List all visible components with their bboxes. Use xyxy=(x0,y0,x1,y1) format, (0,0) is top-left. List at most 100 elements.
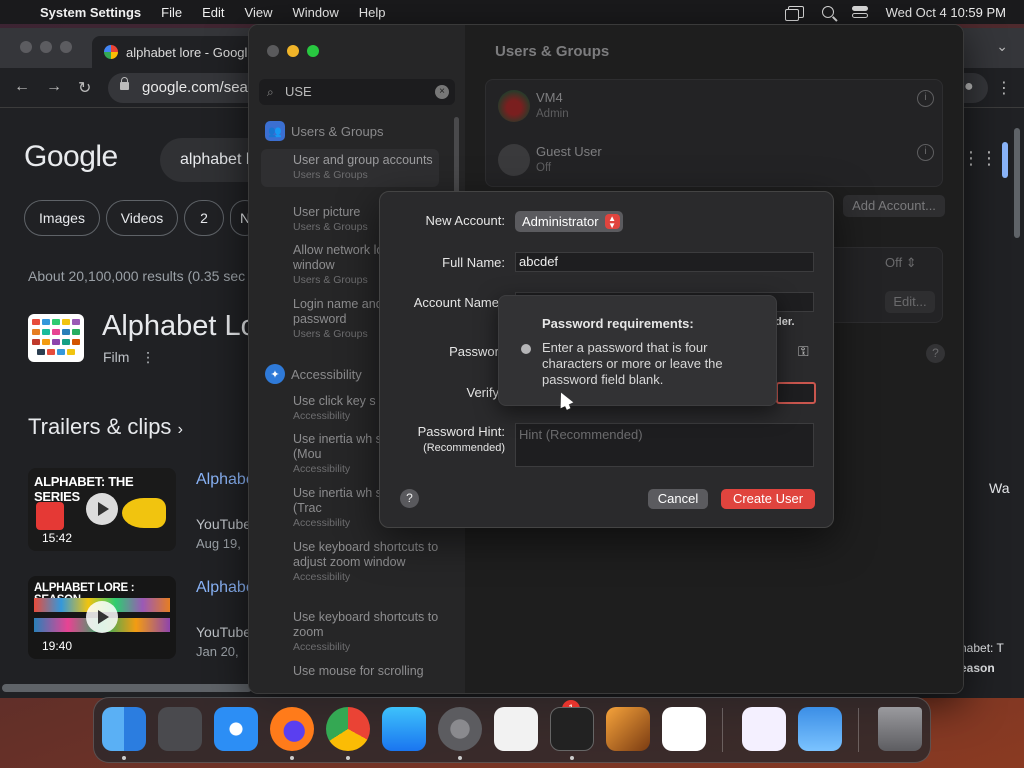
popover-text: Enter a password that is four characters… xyxy=(542,340,723,387)
play-icon xyxy=(86,601,118,633)
running-indicator xyxy=(346,756,350,760)
video-title[interactable]: Alphabe xyxy=(196,579,255,597)
blue-indicator xyxy=(1002,142,1008,178)
weather-icon[interactable] xyxy=(798,707,842,751)
textedit-icon[interactable] xyxy=(494,707,538,751)
section-users-groups[interactable]: 👥 Users & Groups xyxy=(265,121,383,141)
chrome-menu-icon[interactable]: ⋮ xyxy=(996,78,1012,98)
lock-icon xyxy=(120,77,129,90)
google-favicon-icon xyxy=(104,45,118,59)
settings-search-input[interactable]: ⌕ USE × xyxy=(259,79,455,105)
menu-app-name[interactable]: System Settings xyxy=(40,5,141,20)
letter-a-art xyxy=(36,502,64,530)
user-name: VM4 xyxy=(536,90,563,105)
reload-icon[interactable]: ↻ xyxy=(78,78,91,98)
result-title: Use mouse for scrolling xyxy=(293,664,424,678)
tab-search-chevron-icon[interactable]: ⌄ xyxy=(996,38,1008,55)
spotlight-search-icon[interactable] xyxy=(821,6,834,18)
launchpad-icon[interactable] xyxy=(158,707,202,751)
safari-icon[interactable] xyxy=(214,707,258,751)
zoom-button[interactable] xyxy=(307,45,319,57)
close-button[interactable] xyxy=(267,45,279,57)
new-account-label: New Account: xyxy=(425,213,506,228)
vscode-icon[interactable] xyxy=(662,707,706,751)
menu-edit[interactable]: Edit xyxy=(202,5,224,20)
dialog-help-button[interactable]: ? xyxy=(400,489,419,508)
screen-mirroring-icon[interactable] xyxy=(784,6,804,21)
menu-help[interactable]: Help xyxy=(359,5,386,20)
section-accessibility[interactable]: ✦ Accessibility xyxy=(265,364,362,384)
profile-icon[interactable]: ● xyxy=(964,78,974,96)
forward-icon[interactable]: → xyxy=(46,78,62,96)
minimize-button[interactable] xyxy=(287,45,299,57)
chip-videos[interactable]: Videos xyxy=(106,200,178,236)
popover-title: Password requirements: xyxy=(542,316,694,331)
key-icon[interactable]: ⚿ xyxy=(798,343,809,360)
menu-clock[interactable]: Wed Oct 4 10:59 PM xyxy=(886,5,1006,20)
search-result[interactable]: Use keyboard shortcuts to adjust zoom wi… xyxy=(261,536,439,589)
video-title[interactable]: Alphabe xyxy=(196,471,255,489)
chip-2[interactable]: 2 xyxy=(184,200,224,236)
help-button[interactable]: ? xyxy=(926,344,945,363)
control-center-icon[interactable] xyxy=(851,6,868,18)
knowledge-panel-title[interactable]: Alphabet Lo xyxy=(102,310,257,343)
updown-chevron-icon: ⇕ xyxy=(905,255,917,270)
back-icon[interactable]: ← xyxy=(14,78,30,96)
video-duration: 15:42 xyxy=(42,531,73,545)
minimize-dot[interactable] xyxy=(40,41,52,53)
trash-icon[interactable] xyxy=(878,707,922,751)
search-result[interactable]: Use keyboard shortcuts to zoom Accessibil… xyxy=(261,606,439,659)
dock: 1 xyxy=(93,697,931,763)
auto-login-select[interactable]: Off ⇕ xyxy=(885,255,917,271)
browser-tab[interactable]: alphabet lore - Googl xyxy=(92,36,262,68)
google-logo[interactable]: Google xyxy=(24,140,118,174)
video-thumbnail[interactable]: ALPHABET LORE : SEASON 19:40 xyxy=(28,576,176,659)
kp-more-icon[interactable]: ⋮ xyxy=(141,349,155,365)
search-result[interactable]: User and group accounts Users & Groups xyxy=(261,149,439,187)
visual-studio-icon[interactable] xyxy=(742,707,786,751)
terminal-icon[interactable] xyxy=(550,707,594,751)
knowledge-panel-thumbnail[interactable] xyxy=(28,314,84,362)
finder-icon[interactable] xyxy=(102,707,146,751)
user-row[interactable]: Guest User Off i xyxy=(486,134,944,188)
result-count: About 20,100,000 results (0.35 sec xyxy=(28,268,246,284)
add-account-button[interactable]: Add Account... xyxy=(843,195,945,217)
chrome-icon[interactable] xyxy=(326,707,370,751)
menu-view[interactable]: View xyxy=(245,5,273,20)
zoom-dot[interactable] xyxy=(60,41,72,53)
user-row[interactable]: VM4 Admin i xyxy=(486,80,944,134)
clear-search-icon[interactable]: × xyxy=(435,85,449,99)
horizontal-scrollbar[interactable] xyxy=(2,684,252,692)
video-source: YouTube xyxy=(196,516,252,532)
garageband-icon[interactable] xyxy=(606,707,650,751)
vertical-scrollbar[interactable] xyxy=(1014,128,1020,238)
menu-window[interactable]: Window xyxy=(292,5,338,20)
firefox-icon[interactable] xyxy=(270,707,314,751)
letter-c-art xyxy=(122,498,166,528)
close-dot[interactable] xyxy=(20,41,32,53)
create-user-button[interactable]: Create User xyxy=(721,489,815,509)
chip-images[interactable]: Images xyxy=(24,200,100,236)
video-thumbnail[interactable]: ALPHABET: THE SERIES 15:42 xyxy=(28,468,176,551)
menu-file[interactable]: File xyxy=(161,5,182,20)
password-requirements-popover: Password requirements: Enter a password … xyxy=(498,295,777,406)
apps-grid-icon[interactable]: ⋮⋮ xyxy=(962,148,998,169)
verify-field[interactable] xyxy=(776,382,816,404)
full-name-field[interactable]: abcdef xyxy=(515,252,814,272)
search-result[interactable]: Use mouse for scrolling xyxy=(261,660,439,683)
cancel-button[interactable]: Cancel xyxy=(648,489,708,509)
info-icon[interactable]: i xyxy=(917,144,934,161)
tab-title: alphabet lore - Googl xyxy=(126,44,248,60)
select-value: Off xyxy=(885,255,903,270)
avatar xyxy=(498,144,530,176)
account-type-select[interactable]: Administrator ▲ ▼ xyxy=(515,211,623,232)
info-icon[interactable]: i xyxy=(917,90,934,107)
system-settings-icon[interactable] xyxy=(438,707,482,751)
password-hint-field[interactable]: Hint (Recommended) xyxy=(515,423,814,467)
section-label: Accessibility xyxy=(291,366,362,382)
app-store-icon[interactable] xyxy=(382,707,426,751)
running-indicator xyxy=(122,756,126,760)
updown-chevron-icon: ▲ ▼ xyxy=(604,214,620,230)
trailers-heading[interactable]: Trailers & clips › xyxy=(28,414,183,440)
edit-button[interactable]: Edit... xyxy=(885,291,935,313)
